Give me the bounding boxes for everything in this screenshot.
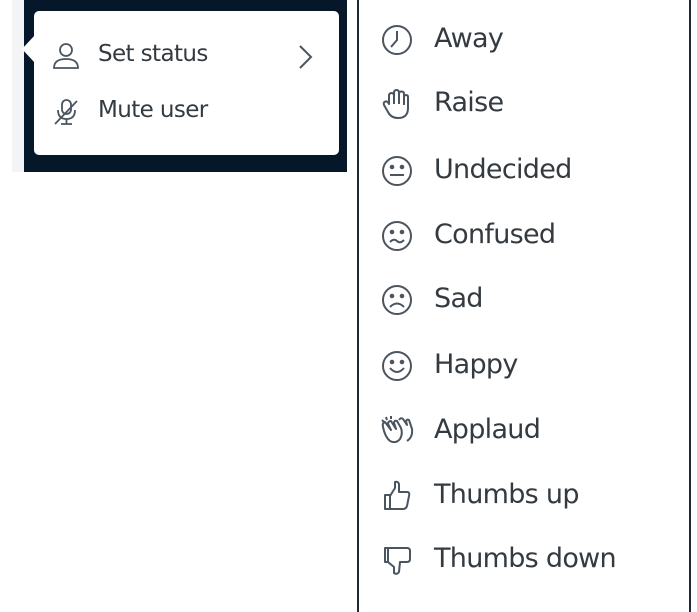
status-item-raise[interactable]: Raise [359, 76, 689, 132]
status-item-applaud[interactable]: Applaud [359, 403, 689, 459]
mic-muted-icon [50, 98, 82, 126]
hand-icon [377, 84, 417, 124]
status-item-sad[interactable]: Sad [359, 272, 689, 328]
status-label-happy: Happy [434, 349, 518, 380]
status-label-away: Away [434, 23, 504, 54]
status-label-thumbs-down: Thumbs down [434, 543, 617, 574]
status-item-undecided[interactable]: Undecided [359, 143, 689, 199]
status-item-confused[interactable]: Confused [359, 208, 689, 264]
neutral-face-icon [377, 151, 417, 191]
status-item-away[interactable]: Away [359, 12, 689, 68]
happy-face-icon [377, 346, 417, 386]
status-item-thumbs-down[interactable]: Thumbs down [359, 532, 689, 588]
user-menu-popover: Set status Mute user [34, 11, 339, 155]
set-status-menu-item[interactable]: Set status [34, 32, 339, 76]
thumbs-down-icon [377, 540, 417, 580]
status-label-applaud: Applaud [434, 414, 541, 445]
set-status-label: Set status [98, 41, 208, 67]
thumbs-up-icon [377, 476, 417, 516]
clock-icon [377, 20, 417, 60]
status-label-sad: Sad [434, 283, 483, 314]
mute-user-label: Mute user [98, 97, 208, 123]
chevron-right-icon [292, 42, 318, 72]
status-label-confused: Confused [434, 219, 556, 250]
sad-face-icon [377, 280, 417, 320]
confused-face-icon [377, 216, 417, 256]
status-label-undecided: Undecided [434, 154, 572, 185]
mute-user-menu-item[interactable]: Mute user [34, 88, 339, 132]
user-icon [50, 42, 82, 70]
status-item-happy[interactable]: Happy [359, 338, 689, 394]
status-label-raise: Raise [434, 87, 504, 118]
applaud-icon [377, 411, 417, 451]
status-menu-panel: Away Raise Undecided Confused Sad Happy … [357, 0, 691, 612]
status-label-thumbs-up: Thumbs up [434, 479, 579, 510]
status-item-thumbs-up[interactable]: Thumbs up [359, 468, 689, 524]
backdrop-edge [12, 0, 24, 172]
